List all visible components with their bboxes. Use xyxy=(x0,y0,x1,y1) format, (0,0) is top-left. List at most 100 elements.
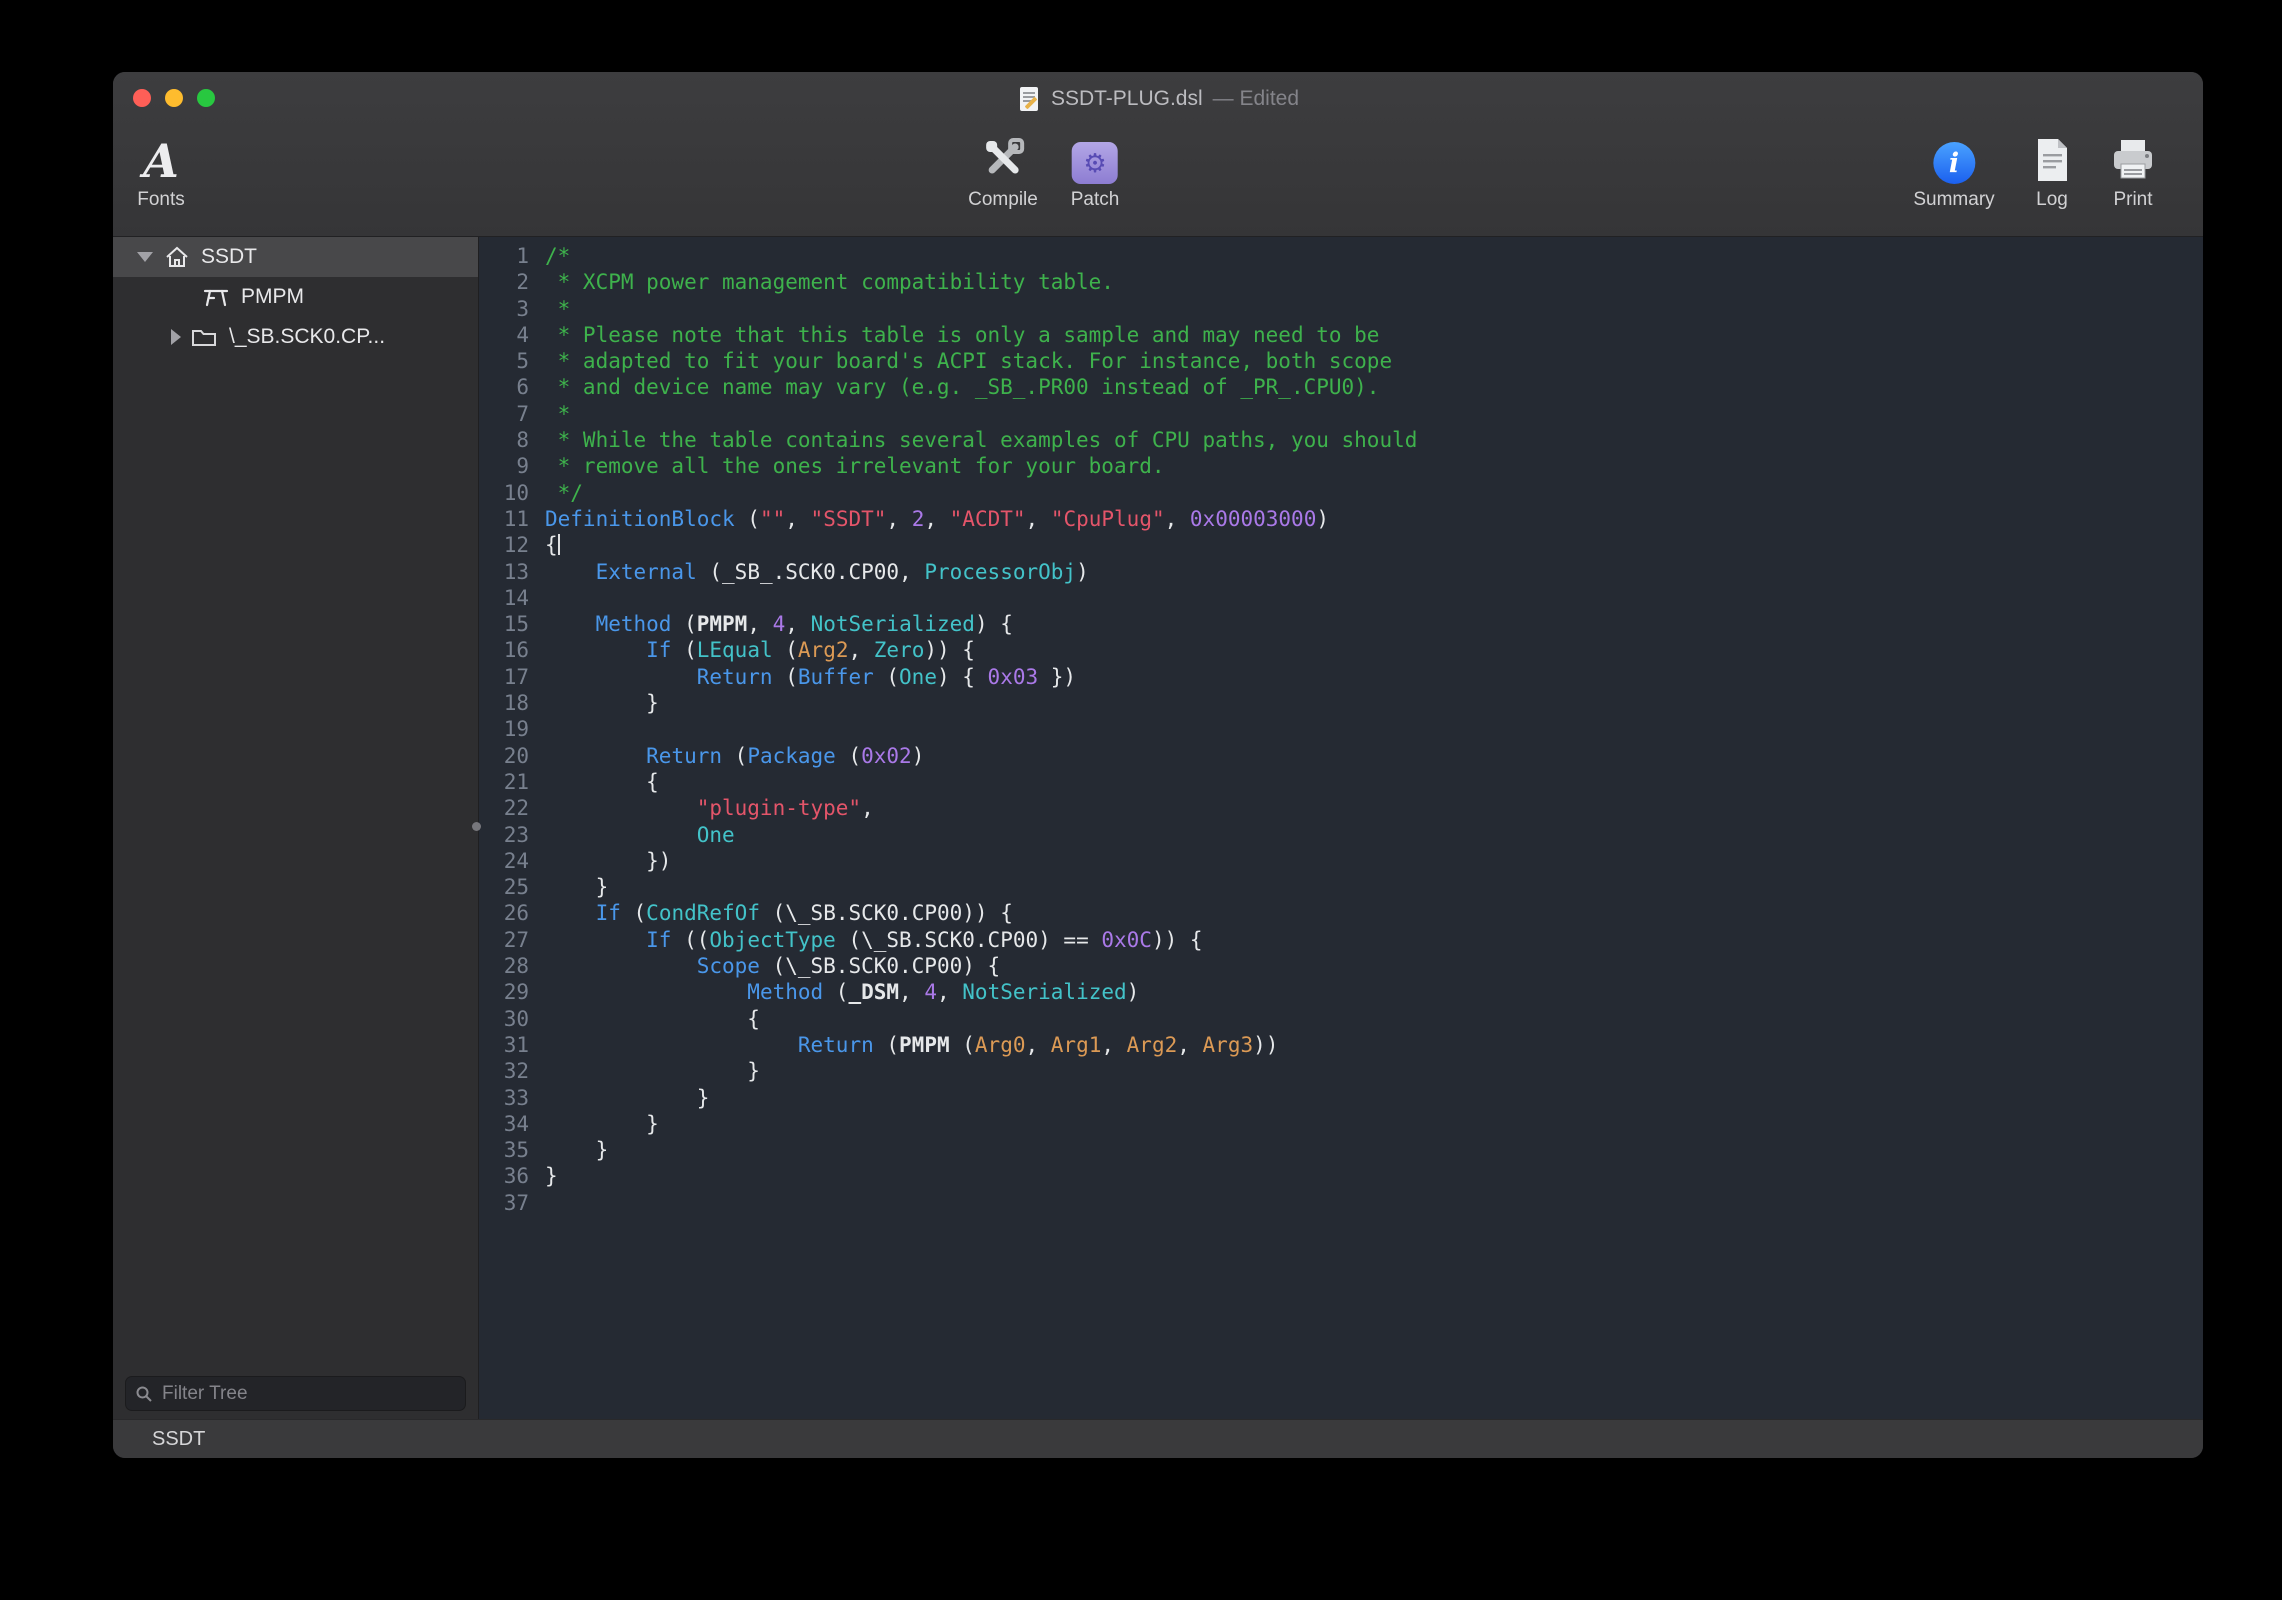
fonts-label: Fonts xyxy=(137,189,185,211)
line-number: 15 xyxy=(479,611,545,637)
line-number: 2 xyxy=(479,269,545,295)
line-number: 31 xyxy=(479,1032,545,1058)
compile-label: Compile xyxy=(968,189,1038,211)
code-line: 8 * While the table contains several exa… xyxy=(479,427,2203,453)
window-title-text: SSDT-PLUG.dsl xyxy=(1051,87,1203,111)
line-number: 33 xyxy=(479,1085,545,1111)
line-number: 10 xyxy=(479,480,545,506)
code-line: 21 { xyxy=(479,769,2203,795)
tree-item-sb-sck0[interactable]: \_SB.SCK0.CP... xyxy=(113,317,478,357)
window-title[interactable]: SSDT-PLUG.dsl — Edited xyxy=(113,86,2203,112)
code-line: 7 * xyxy=(479,401,2203,427)
line-number: 34 xyxy=(479,1111,545,1137)
patch-button[interactable]: ⚙ Patch xyxy=(1071,124,1120,211)
line-number: 21 xyxy=(479,769,545,795)
line-number: 13 xyxy=(479,559,545,585)
log-document-icon xyxy=(2031,124,2073,186)
line-number: 6 xyxy=(479,374,545,400)
code-line: 13 External (_SB_.SCK0.CP00, ProcessorOb… xyxy=(479,559,2203,585)
search-icon xyxy=(135,1385,153,1403)
code-line: 24 }) xyxy=(479,848,2203,874)
code-lines: 1/*2 * XCPM power management compatibili… xyxy=(479,243,2203,1216)
code-line: 33 } xyxy=(479,1085,2203,1111)
code-line: 27 If ((ObjectType (\_SB.SCK0.CP00) == 0… xyxy=(479,927,2203,953)
document-edit-icon xyxy=(1017,86,1041,112)
line-number: 23 xyxy=(479,822,545,848)
code-line: 29 Method (_DSM, 4, NotSerialized) xyxy=(479,979,2203,1005)
disclosure-right-icon[interactable] xyxy=(171,329,181,345)
code-line: 22 "plugin-type", xyxy=(479,795,2203,821)
line-number: 26 xyxy=(479,900,545,926)
tools-icon xyxy=(977,124,1029,186)
splitter-handle[interactable] xyxy=(472,822,481,831)
code-line: 37 xyxy=(479,1190,2203,1216)
log-button[interactable]: Log xyxy=(2031,124,2073,211)
code-line: 32 } xyxy=(479,1058,2203,1084)
line-number: 37 xyxy=(479,1190,545,1216)
code-line: 17 Return (Buffer (One) { 0x03 }) xyxy=(479,664,2203,690)
sidebar: SSDT PMPM xyxy=(113,237,479,1419)
tree-item-ssdt[interactable]: SSDT xyxy=(113,237,478,277)
code-line: 4 * Please note that this table is only … xyxy=(479,322,2203,348)
code-line: 5 * adapted to fit your board's ACPI sta… xyxy=(479,348,2203,374)
code-line: 28 Scope (\_SB.SCK0.CP00) { xyxy=(479,953,2203,979)
fonts-icon: A xyxy=(143,138,179,184)
line-number: 25 xyxy=(479,874,545,900)
code-line: 34 } xyxy=(479,1111,2203,1137)
line-number: 1 xyxy=(479,243,545,269)
code-line: 14 xyxy=(479,585,2203,611)
line-number: 18 xyxy=(479,690,545,716)
filter-tree-field[interactable] xyxy=(125,1376,466,1411)
filter-tree-input[interactable] xyxy=(160,1382,456,1406)
fonts-button[interactable]: A Fonts xyxy=(137,124,185,211)
tree-item-label: SSDT xyxy=(201,245,257,269)
line-number: 35 xyxy=(479,1137,545,1163)
line-number: 20 xyxy=(479,743,545,769)
line-number: 8 xyxy=(479,427,545,453)
filter-tree-container xyxy=(125,1376,466,1411)
summary-button[interactable]: i Summary xyxy=(1913,124,1994,211)
code-line: 26 If (CondRefOf (\_SB.SCK0.CP00)) { xyxy=(479,900,2203,926)
print-label: Print xyxy=(2113,189,2152,211)
line-number: 32 xyxy=(479,1058,545,1084)
code-line: 23 One xyxy=(479,822,2203,848)
window-chrome: SSDT-PLUG.dsl — Edited A Fonts xyxy=(113,72,2203,237)
tree-item-pmpm[interactable]: PMPM xyxy=(113,277,478,317)
code-line: 11DefinitionBlock ("", "SSDT", 2, "ACDT"… xyxy=(479,506,2203,532)
status-bar: SSDT xyxy=(113,1419,2203,1458)
line-number: 30 xyxy=(479,1006,545,1032)
main-content: SSDT PMPM xyxy=(113,237,2203,1419)
compile-button[interactable]: Compile xyxy=(968,124,1038,211)
house-icon xyxy=(165,246,189,268)
line-number: 27 xyxy=(479,927,545,953)
code-line: 2 * XCPM power management compatibility … xyxy=(479,269,2203,295)
app-window: SSDT-PLUG.dsl — Edited A Fonts xyxy=(113,72,2203,1458)
code-line: 3 * xyxy=(479,296,2203,322)
line-number: 22 xyxy=(479,795,545,821)
code-editor[interactable]: 1/*2 * XCPM power management compatibili… xyxy=(479,237,2203,1419)
code-line: 19 xyxy=(479,716,2203,742)
patch-icon: ⚙ xyxy=(1072,142,1118,184)
disclosure-down-icon[interactable] xyxy=(137,252,153,262)
line-number: 12 xyxy=(479,532,545,558)
line-number: 11 xyxy=(479,506,545,532)
line-number: 24 xyxy=(479,848,545,874)
window-title-edited: — Edited xyxy=(1213,87,1299,111)
tree-item-label: PMPM xyxy=(241,285,304,309)
code-line: 18 } xyxy=(479,690,2203,716)
info-icon: i xyxy=(1933,142,1975,184)
code-line: 12{ xyxy=(479,532,2203,558)
line-number: 29 xyxy=(479,979,545,1005)
line-number: 17 xyxy=(479,664,545,690)
code-line: 9 * remove all the ones irrelevant for y… xyxy=(479,453,2203,479)
code-line: 31 Return (PMPM (Arg0, Arg1, Arg2, Arg3)… xyxy=(479,1032,2203,1058)
text-caret xyxy=(558,534,560,555)
line-number: 14 xyxy=(479,585,545,611)
folder-icon xyxy=(191,327,217,347)
patch-label: Patch xyxy=(1071,189,1120,211)
code-line: 1/* xyxy=(479,243,2203,269)
code-line: 16 If (LEqual (Arg2, Zero)) { xyxy=(479,637,2203,663)
print-button[interactable]: Print xyxy=(2109,124,2157,211)
code-line: 20 Return (Package (0x02) xyxy=(479,743,2203,769)
line-number: 5 xyxy=(479,348,545,374)
